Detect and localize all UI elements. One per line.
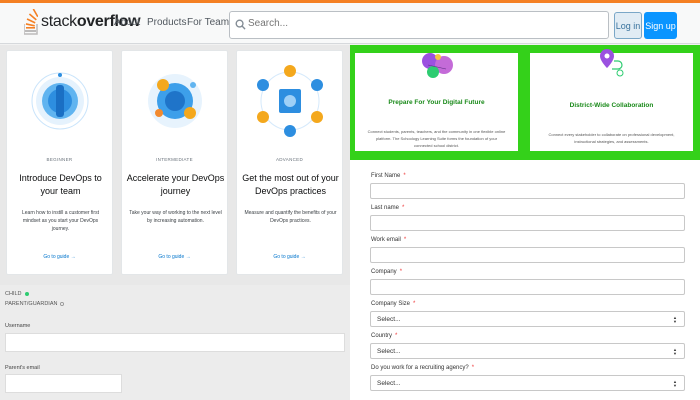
promo-card-description: Connect students, parents, teachers, and… <box>367 129 506 148</box>
role-child-label: CHILD <box>5 291 22 297</box>
role-parent-option[interactable]: PARENT/GUARDIAN <box>5 301 65 307</box>
select-arrows-icon: ▲ ▼ <box>673 379 677 388</box>
guide-card-beginner[interactable]: BEGINNER Introduce DevOps to your team L… <box>6 50 113 275</box>
nav-for-teams-link[interactable]: For Teams <box>187 17 234 28</box>
contact-panel: Prepare For Your Digital Future Connect … <box>350 45 700 400</box>
nav-about-link[interactable]: About <box>114 17 140 28</box>
go-to-guide-link[interactable]: Go to guide → <box>122 254 227 260</box>
login-button[interactable]: Log in <box>614 12 642 39</box>
promo-card-description: Connect every stakeholder to collaborate… <box>548 132 675 144</box>
search-icon <box>235 19 246 30</box>
recruiting-agency-select[interactable]: Select... ▲ ▼ <box>370 375 685 391</box>
parent-email-label: Parent's email <box>5 365 40 371</box>
card-description: Measure and quantify the benefits of you… <box>244 210 337 224</box>
card-level-label: INTERMEDIATE <box>156 157 193 162</box>
select-value: Select... <box>377 347 401 355</box>
go-to-guide-link[interactable]: Go to guide → <box>7 254 112 260</box>
card-level-label: BEGINNER <box>46 157 73 162</box>
top-navbar: stackoverflow About Products For Teams L… <box>0 0 700 44</box>
promo-card-title: Prepare For Your Digital Future <box>388 99 485 106</box>
work-email-label: Work email * <box>371 237 407 243</box>
first-name-input[interactable] <box>370 183 685 199</box>
network-icon <box>422 53 453 78</box>
country-select[interactable]: Select... ▲ ▼ <box>370 343 685 359</box>
work-email-input[interactable] <box>370 247 685 263</box>
account-signup-form: CHILD PARENT/GUARDIAN Username Parent's … <box>0 285 350 400</box>
location-pin-icon <box>600 49 624 77</box>
card-description: Learn how to instill a customer first mi… <box>22 210 99 232</box>
role-parent-label: PARENT/GUARDIAN <box>5 301 58 307</box>
company-size-label: Company Size * <box>371 301 416 307</box>
intermediate-illustration-icon <box>148 74 202 128</box>
go-to-guide-link[interactable]: Go to guide → <box>237 254 342 260</box>
promo-card-collaboration: District-Wide Collaboration Connect ever… <box>530 49 693 151</box>
guide-card-advanced[interactable]: ADVANCED Get the most out of your DevOps… <box>236 50 343 275</box>
beginner-illustration-icon <box>31 72 89 130</box>
guide-card-intermediate[interactable]: INTERMEDIATE Accelerate your DevOps jour… <box>121 50 228 275</box>
card-title: Introduce DevOps to your team <box>19 173 102 196</box>
card-title: Get the most out of your DevOps practice… <box>242 173 339 196</box>
green-promo-banner: Prepare For Your Digital Future Connect … <box>350 45 700 160</box>
radio-unselected-icon[interactable] <box>60 302 65 306</box>
promo-card-title: District-Wide Collaboration <box>569 102 654 109</box>
card-description: Take your way of working to the next lev… <box>129 210 222 224</box>
username-label: Username <box>5 323 31 329</box>
promo-card-digital-future: Prepare For Your Digital Future Connect … <box>355 53 518 151</box>
role-child-option[interactable]: CHILD <box>5 291 29 297</box>
company-input[interactable] <box>370 279 685 295</box>
company-size-select[interactable]: Select... ▲ ▼ <box>370 311 685 327</box>
select-value: Select... <box>377 315 401 323</box>
search-box[interactable] <box>229 11 609 39</box>
company-label: Company * <box>371 269 403 275</box>
stackoverflow-logo-icon <box>24 9 38 35</box>
username-input[interactable] <box>5 333 345 352</box>
card-level-label: ADVANCED <box>275 157 304 162</box>
parent-email-input[interactable] <box>5 374 122 393</box>
last-name-label: Last name * <box>371 205 405 211</box>
last-name-input[interactable] <box>370 215 685 231</box>
country-label: Country * <box>371 333 398 339</box>
devops-guides-section: BEGINNER Introduce DevOps to your team L… <box>0 45 350 285</box>
advanced-illustration-icon <box>257 65 323 137</box>
signup-button[interactable]: Sign up <box>644 12 677 39</box>
search-input[interactable] <box>248 18 598 29</box>
first-name-label: First Name * <box>371 173 406 179</box>
select-arrows-icon: ▲ ▼ <box>673 347 677 356</box>
recruiting-agency-label: Do you work for a recruiting agency? * <box>371 365 475 371</box>
nav-products-link[interactable]: Products <box>147 17 186 28</box>
select-arrows-icon: ▲ ▼ <box>673 315 677 324</box>
card-title: Accelerate your DevOps journey <box>126 173 225 196</box>
select-value: Select... <box>377 379 401 387</box>
radio-selected-icon[interactable] <box>24 292 29 296</box>
